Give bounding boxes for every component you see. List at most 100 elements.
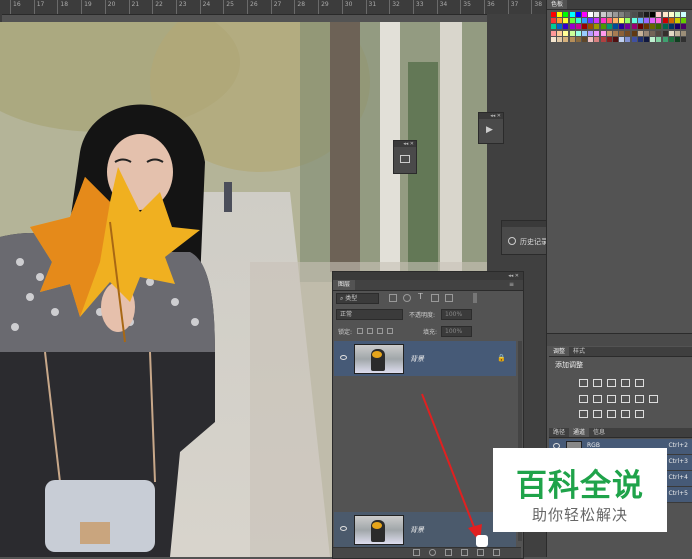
color-swatch[interactable] <box>600 24 606 30</box>
color-swatch[interactable] <box>662 24 668 30</box>
color-swatch[interactable] <box>681 30 687 36</box>
tab-layers[interactable]: 图层 <box>333 280 356 290</box>
opacity-field[interactable]: 100% <box>441 309 472 320</box>
color-swatch[interactable] <box>551 36 556 42</box>
color-swatch[interactable] <box>644 24 649 30</box>
layer-row-selected[interactable]: 背景 🔒 <box>334 341 516 376</box>
color-swatch[interactable] <box>563 24 569 30</box>
hue-icon[interactable] <box>579 395 588 403</box>
color-swatch[interactable] <box>668 18 674 24</box>
color-swatch[interactable] <box>569 12 575 17</box>
eye-icon[interactable] <box>340 355 347 360</box>
color-swatch[interactable] <box>631 36 637 42</box>
color-swatch[interactable] <box>644 12 649 17</box>
collapse-bar[interactable]: ◂◂ ✕ <box>394 141 416 147</box>
color-swatch[interactable] <box>575 30 581 36</box>
color-swatch[interactable] <box>637 18 643 24</box>
color-swatch[interactable] <box>625 24 631 30</box>
color-swatch[interactable] <box>569 30 575 36</box>
fill-field[interactable]: 100% <box>441 326 472 337</box>
color-swatch[interactable] <box>681 12 687 17</box>
color-swatch[interactable] <box>569 36 575 42</box>
color-swatch[interactable] <box>613 24 618 30</box>
color-swatch[interactable] <box>668 36 674 42</box>
filter-adjust-icon[interactable] <box>403 294 411 302</box>
color-swatch[interactable] <box>656 18 662 24</box>
color-swatch[interactable] <box>606 24 612 30</box>
color-swatch[interactable] <box>619 36 625 42</box>
color-swatch[interactable] <box>650 18 656 24</box>
color-swatch[interactable] <box>662 12 668 17</box>
invert-icon[interactable] <box>579 410 588 418</box>
color-swatch[interactable] <box>681 18 687 24</box>
color-swatch[interactable] <box>551 30 556 36</box>
blend-mode-select[interactable]: 正常 <box>336 309 403 320</box>
color-swatch[interactable] <box>582 24 587 30</box>
color-swatch[interactable] <box>637 36 643 42</box>
color-swatch[interactable] <box>613 30 618 36</box>
color-swatch[interactable] <box>625 30 631 36</box>
color-swatch[interactable] <box>625 18 631 24</box>
filter-kind-select[interactable]: ⌕ 类型 <box>336 293 379 304</box>
color-swatch[interactable] <box>619 24 625 30</box>
color-swatch[interactable] <box>594 36 600 42</box>
brightness-icon[interactable] <box>579 379 588 387</box>
color-swatch[interactable] <box>637 24 643 30</box>
panel-header[interactable]: ◂◂ ✕ <box>333 272 523 280</box>
color-swatch[interactable] <box>606 18 612 24</box>
color-swatch[interactable] <box>662 18 668 24</box>
color-swatch[interactable] <box>563 36 569 42</box>
color-swatch[interactable] <box>600 18 606 24</box>
color-swatch[interactable] <box>588 30 594 36</box>
color-swatch[interactable] <box>613 18 618 24</box>
threshold-icon[interactable] <box>607 410 616 418</box>
color-swatch[interactable] <box>656 36 662 42</box>
filter-smart-icon[interactable] <box>445 294 453 302</box>
color-swatch[interactable] <box>600 12 606 17</box>
lock-move-icon[interactable] <box>377 328 383 334</box>
color-swatch[interactable] <box>588 24 594 30</box>
posterize-icon[interactable] <box>593 410 602 418</box>
levels-icon[interactable] <box>593 379 602 387</box>
color-swatch[interactable] <box>557 18 563 24</box>
color-swatch[interactable] <box>681 36 687 42</box>
color-swatch[interactable] <box>668 12 674 17</box>
eye-icon[interactable] <box>340 526 347 531</box>
bw-icon[interactable] <box>607 395 616 403</box>
color-swatch[interactable] <box>569 18 575 24</box>
color-swatch[interactable] <box>563 30 569 36</box>
tab-adjustments[interactable]: 调整 <box>549 347 570 356</box>
color-swatch[interactable] <box>557 36 563 42</box>
color-swatch[interactable] <box>575 36 581 42</box>
color-swatch[interactable] <box>631 12 637 17</box>
color-swatch[interactable] <box>551 18 556 24</box>
color-swatch[interactable] <box>594 30 600 36</box>
photo-filter-icon[interactable] <box>621 395 630 403</box>
color-swatch[interactable] <box>668 24 674 30</box>
color-swatch[interactable] <box>557 24 563 30</box>
color-swatch[interactable] <box>582 36 587 42</box>
color-swatch[interactable] <box>563 12 569 17</box>
color-swatch[interactable] <box>668 30 674 36</box>
selective-color-icon[interactable] <box>635 410 644 418</box>
color-swatch[interactable] <box>631 24 637 30</box>
tab-channels[interactable]: 通道 <box>569 428 590 437</box>
curves-icon[interactable] <box>607 379 616 387</box>
filter-type-icon[interactable]: T <box>418 292 423 301</box>
color-swatch[interactable] <box>613 12 618 17</box>
color-swatch[interactable] <box>551 24 556 30</box>
layer-name[interactable]: 背景 <box>410 354 424 364</box>
color-swatch[interactable] <box>650 12 656 17</box>
lock-paint-icon[interactable] <box>367 328 373 334</box>
color-swatch[interactable] <box>606 12 612 17</box>
gradient-map-icon[interactable] <box>621 410 630 418</box>
color-swatch[interactable] <box>656 12 662 17</box>
color-swatch[interactable] <box>600 30 606 36</box>
color-swatch[interactable] <box>594 12 600 17</box>
lock-all-icon[interactable] <box>387 328 393 334</box>
color-swatch[interactable] <box>650 36 656 42</box>
filter-shape-icon[interactable] <box>431 294 439 302</box>
color-swatch[interactable] <box>662 36 668 42</box>
color-swatch[interactable] <box>600 36 606 42</box>
color-swatch[interactable] <box>588 36 594 42</box>
